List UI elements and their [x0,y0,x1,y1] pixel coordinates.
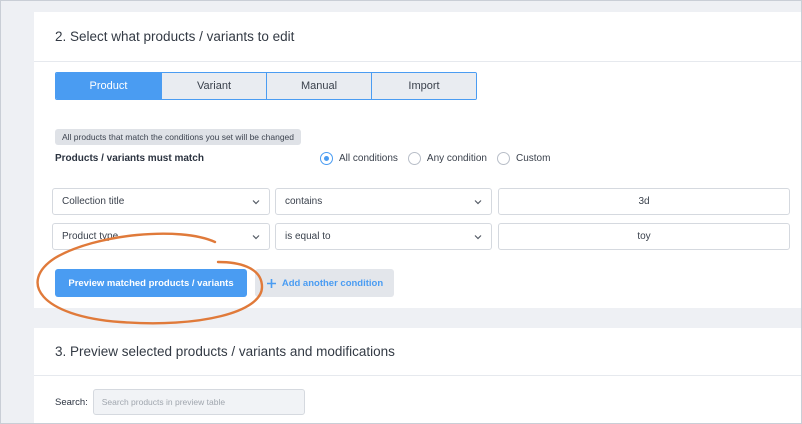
radio-empty-icon [496,152,510,165]
condition-field-select[interactable]: Product type [52,223,270,250]
section-select-products: 2. Select what products / variants to ed… [34,12,802,308]
preview-matched-button[interactable]: Preview matched products / variants [55,269,247,297]
match-label: Products / variants must match [55,153,204,164]
input-value: toy [637,231,651,242]
radio-selected-icon [320,152,333,165]
tab-import[interactable]: Import [371,73,476,99]
tab-manual[interactable]: Manual [266,73,371,99]
input-value: 3d [638,196,650,207]
select-value: contains [285,196,323,207]
tab-variant[interactable]: Variant [161,73,266,99]
select-value: Collection title [62,196,125,207]
add-condition-button[interactable]: Add another condition [255,269,394,297]
radio-label: All conditions [339,153,398,164]
condition-operator-select[interactable]: contains [275,188,492,215]
chevron-down-icon [252,200,260,205]
radio-all-conditions[interactable]: All conditions [320,152,398,165]
section-title: 3. Preview selected products / variants … [34,328,802,376]
section-title: 2. Select what products / variants to ed… [34,12,802,62]
condition-value-input[interactable]: 3d [498,188,790,215]
radio-any-condition[interactable]: Any condition [407,152,487,165]
radio-custom[interactable]: Custom [496,152,551,165]
plus-icon [266,278,276,288]
search-label: Search: [55,396,88,408]
info-hint: All products that match the conditions y… [55,129,301,145]
button-label: Add another condition [281,277,384,289]
chevron-down-icon [474,235,482,240]
radio-empty-icon [407,152,421,165]
select-value: Product type [62,231,119,242]
search-row: Search: [55,389,305,415]
tab-product[interactable]: Product [56,73,161,99]
match-options: All conditions Any condition Custom [320,152,550,165]
section-preview: 3. Preview selected products / variants … [34,328,802,424]
chevron-down-icon [252,235,260,240]
condition-value-input[interactable]: toy [498,223,790,250]
select-value: is equal to [285,231,331,242]
radio-label: Any condition [426,153,487,164]
search-input[interactable] [92,389,305,415]
condition-field-select[interactable]: Collection title [52,188,270,215]
radio-label: Custom [515,153,551,164]
chevron-down-icon [474,200,482,205]
mode-tabs: Product Variant Manual Import [55,72,477,100]
condition-operator-select[interactable]: is equal to [275,223,492,250]
